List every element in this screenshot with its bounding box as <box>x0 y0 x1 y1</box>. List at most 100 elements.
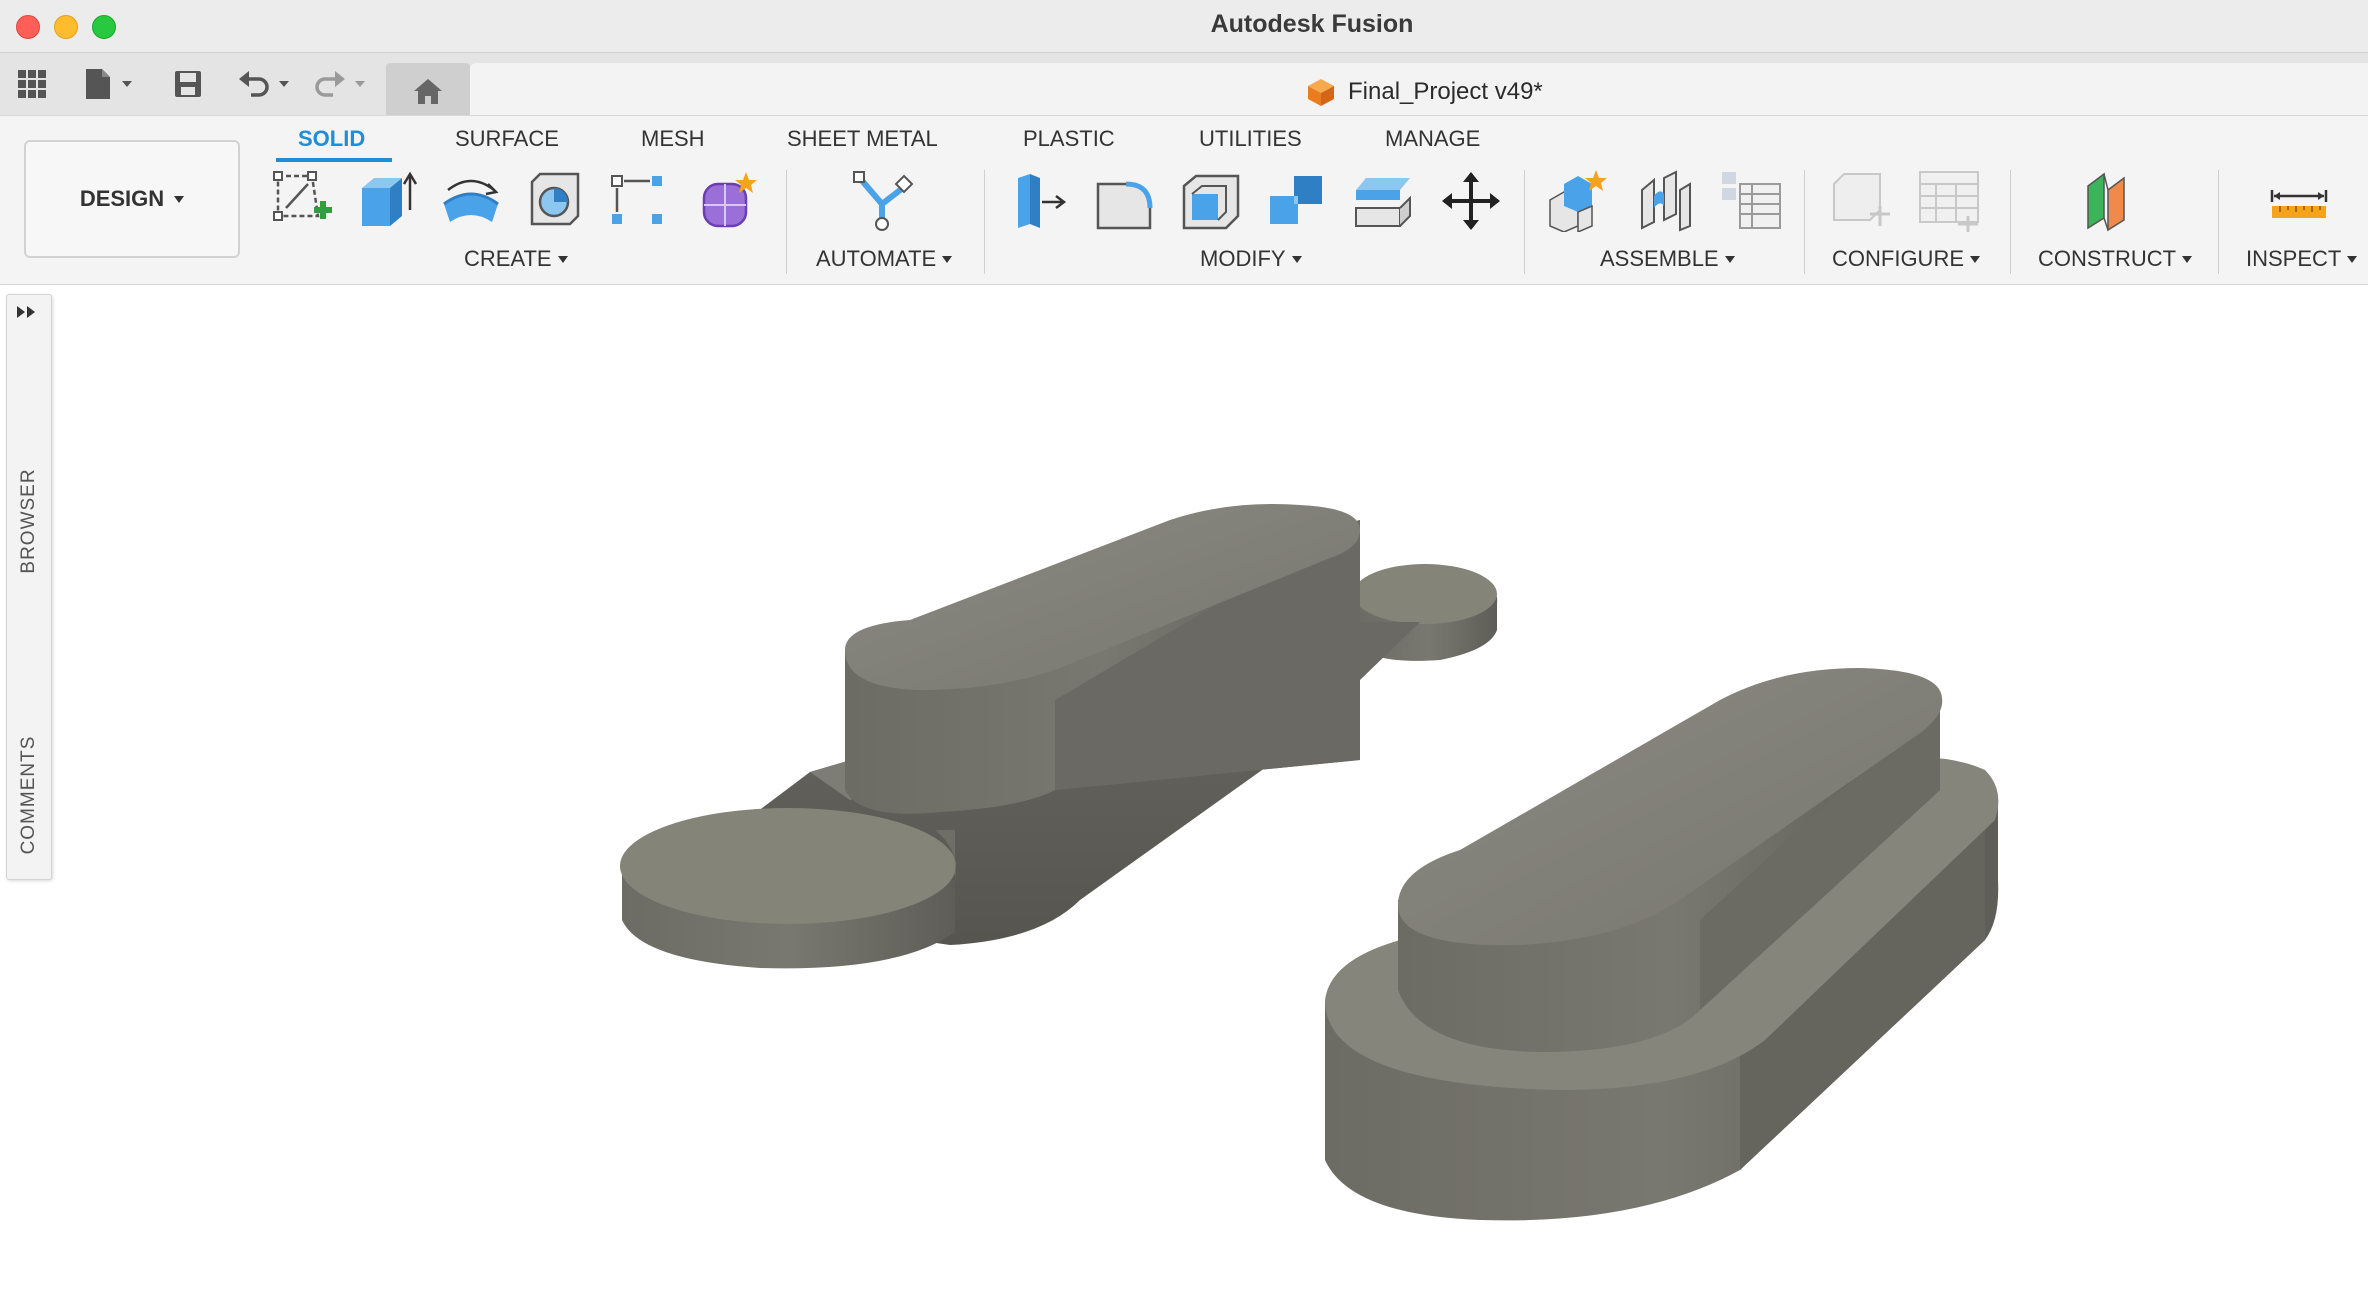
configure-menu-label: CONFIGURE <box>1832 246 1964 271</box>
active-tab-indicator <box>276 158 392 162</box>
form-icon <box>702 172 757 228</box>
workspace-switcher-button[interactable]: DESIGN <box>24 140 240 258</box>
configuration-table-icon <box>1919 171 1979 232</box>
shell-icon <box>1182 174 1240 230</box>
cube-icon <box>1308 79 1334 106</box>
model-canvas[interactable] <box>0 285 2368 1304</box>
tab-mesh[interactable]: MESH <box>641 126 705 152</box>
group-divider <box>1524 170 1525 274</box>
chevron-down-icon <box>1291 255 1302 263</box>
undo-icon[interactable] <box>236 65 298 103</box>
new-component-icon <box>1549 170 1607 232</box>
construct-menu[interactable]: CONSTRUCT <box>2038 246 2193 272</box>
home-tab[interactable] <box>386 63 470 115</box>
configure-icon <box>1833 173 1890 226</box>
sketch-icon <box>273 171 332 221</box>
quick-access-bar: Final_Project v49* <box>0 53 2368 116</box>
tab-utilities[interactable]: UTILITIES <box>1199 126 1302 152</box>
automate-menu-label: AUTOMATE <box>816 246 937 271</box>
automate-button[interactable] <box>852 170 914 232</box>
document-title: Final_Project v49* <box>1306 77 1543 107</box>
assemble-menu[interactable]: ASSEMBLE <box>1600 246 1735 272</box>
offset-face-icon <box>1355 178 1411 227</box>
chevron-down-icon <box>174 195 185 203</box>
chevron-down-icon <box>557 255 568 263</box>
press-pull-button[interactable] <box>1008 170 1070 232</box>
hole-button[interactable] <box>524 170 586 232</box>
group-divider <box>984 170 985 274</box>
chevron-down-icon <box>1970 255 1980 263</box>
right-part-body[interactable] <box>1325 668 1999 1221</box>
home-icon <box>414 79 442 104</box>
side-panel: BROWSER COMMENTS <box>6 294 52 880</box>
save-icon[interactable] <box>170 65 206 103</box>
pattern-button[interactable] <box>608 170 670 232</box>
app-title: Autodesk Fusion <box>1210 10 1414 38</box>
bill-of-materials-button[interactable] <box>1720 170 1782 232</box>
combine-icon <box>1270 176 1322 224</box>
shell-button[interactable] <box>1180 170 1242 232</box>
inspect-menu[interactable]: INSPECT <box>2246 246 2358 272</box>
left-part-body[interactable] <box>620 504 1498 969</box>
chevron-down-icon <box>1724 255 1735 263</box>
extrude-button[interactable] <box>356 170 418 232</box>
redo-icon[interactable] <box>312 65 374 103</box>
chevron-down-icon <box>942 255 953 263</box>
comments-panel-toggle[interactable]: COMMENTS <box>18 736 40 855</box>
construct-plane-button[interactable] <box>2082 170 2144 232</box>
move-copy-button[interactable] <box>1440 170 1502 232</box>
create-menu[interactable]: CREATE <box>464 246 568 272</box>
group-divider <box>1804 170 1805 274</box>
document-title-text: Final_Project v49* <box>1348 78 1543 105</box>
extrude-icon <box>362 171 418 226</box>
assemble-menu-label: ASSEMBLE <box>1600 246 1719 271</box>
measure-button[interactable] <box>2268 170 2330 232</box>
expand-panel-button[interactable] <box>15 305 37 324</box>
tab-sheet-metal[interactable]: SHEET METAL <box>787 126 938 152</box>
browser-panel-toggle[interactable]: BROWSER <box>18 468 40 573</box>
configure-button[interactable] <box>1830 170 1892 232</box>
modify-menu-label: MODIFY <box>1200 246 1286 271</box>
chevron-down-icon <box>2347 255 2358 263</box>
tab-surface[interactable]: SURFACE <box>455 126 559 152</box>
automate-menu[interactable]: AUTOMATE <box>816 246 953 272</box>
move-icon <box>1442 172 1500 230</box>
revolve-icon <box>443 179 499 222</box>
tab-manage[interactable]: MANAGE <box>1385 126 1480 152</box>
press-pull-icon <box>1018 174 1067 228</box>
hole-icon <box>530 172 580 226</box>
configuration-table-button[interactable] <box>1918 170 1980 232</box>
fillet-button[interactable] <box>1094 170 1156 232</box>
construct-menu-label: CONSTRUCT <box>2038 246 2177 271</box>
form-button[interactable] <box>696 170 758 232</box>
group-divider <box>2010 170 2011 274</box>
joint-icon <box>1641 170 1691 232</box>
grid-icon[interactable] <box>14 65 50 103</box>
title-bar: Autodesk Fusion <box>0 0 2368 53</box>
double-chevron-right-icon <box>17 306 35 318</box>
revolve-button[interactable] <box>440 170 502 232</box>
rectangular-pattern-icon <box>611 175 662 224</box>
group-divider <box>2218 170 2219 274</box>
file-icon[interactable] <box>82 65 142 103</box>
inspect-menu-label: INSPECT <box>2246 246 2342 271</box>
joint-button[interactable] <box>1634 170 1696 232</box>
tab-solid[interactable]: SOLID <box>298 126 365 152</box>
configure-menu[interactable]: CONFIGURE <box>1832 246 1980 272</box>
new-component-button[interactable] <box>1546 170 1608 232</box>
chevron-down-icon <box>2182 255 2193 263</box>
construction-plane-icon <box>2087 172 2125 232</box>
measure-icon <box>2270 190 2328 218</box>
toolbar-ribbon: DESIGN SOLID SURFACE MESH SHEET METAL PL… <box>0 116 2368 285</box>
automate-icon <box>853 171 914 231</box>
offset-face-button[interactable] <box>1352 170 1414 232</box>
tab-plastic[interactable]: PLASTIC <box>1023 126 1115 152</box>
combine-button[interactable] <box>1266 170 1328 232</box>
modify-menu[interactable]: MODIFY <box>1200 246 1302 272</box>
create-sketch-button[interactable] <box>272 170 334 232</box>
group-divider <box>786 170 787 274</box>
table-icon <box>1722 172 1781 229</box>
workspace-label: DESIGN <box>79 186 165 211</box>
create-menu-label: CREATE <box>464 246 552 271</box>
fillet-icon <box>1096 181 1153 230</box>
